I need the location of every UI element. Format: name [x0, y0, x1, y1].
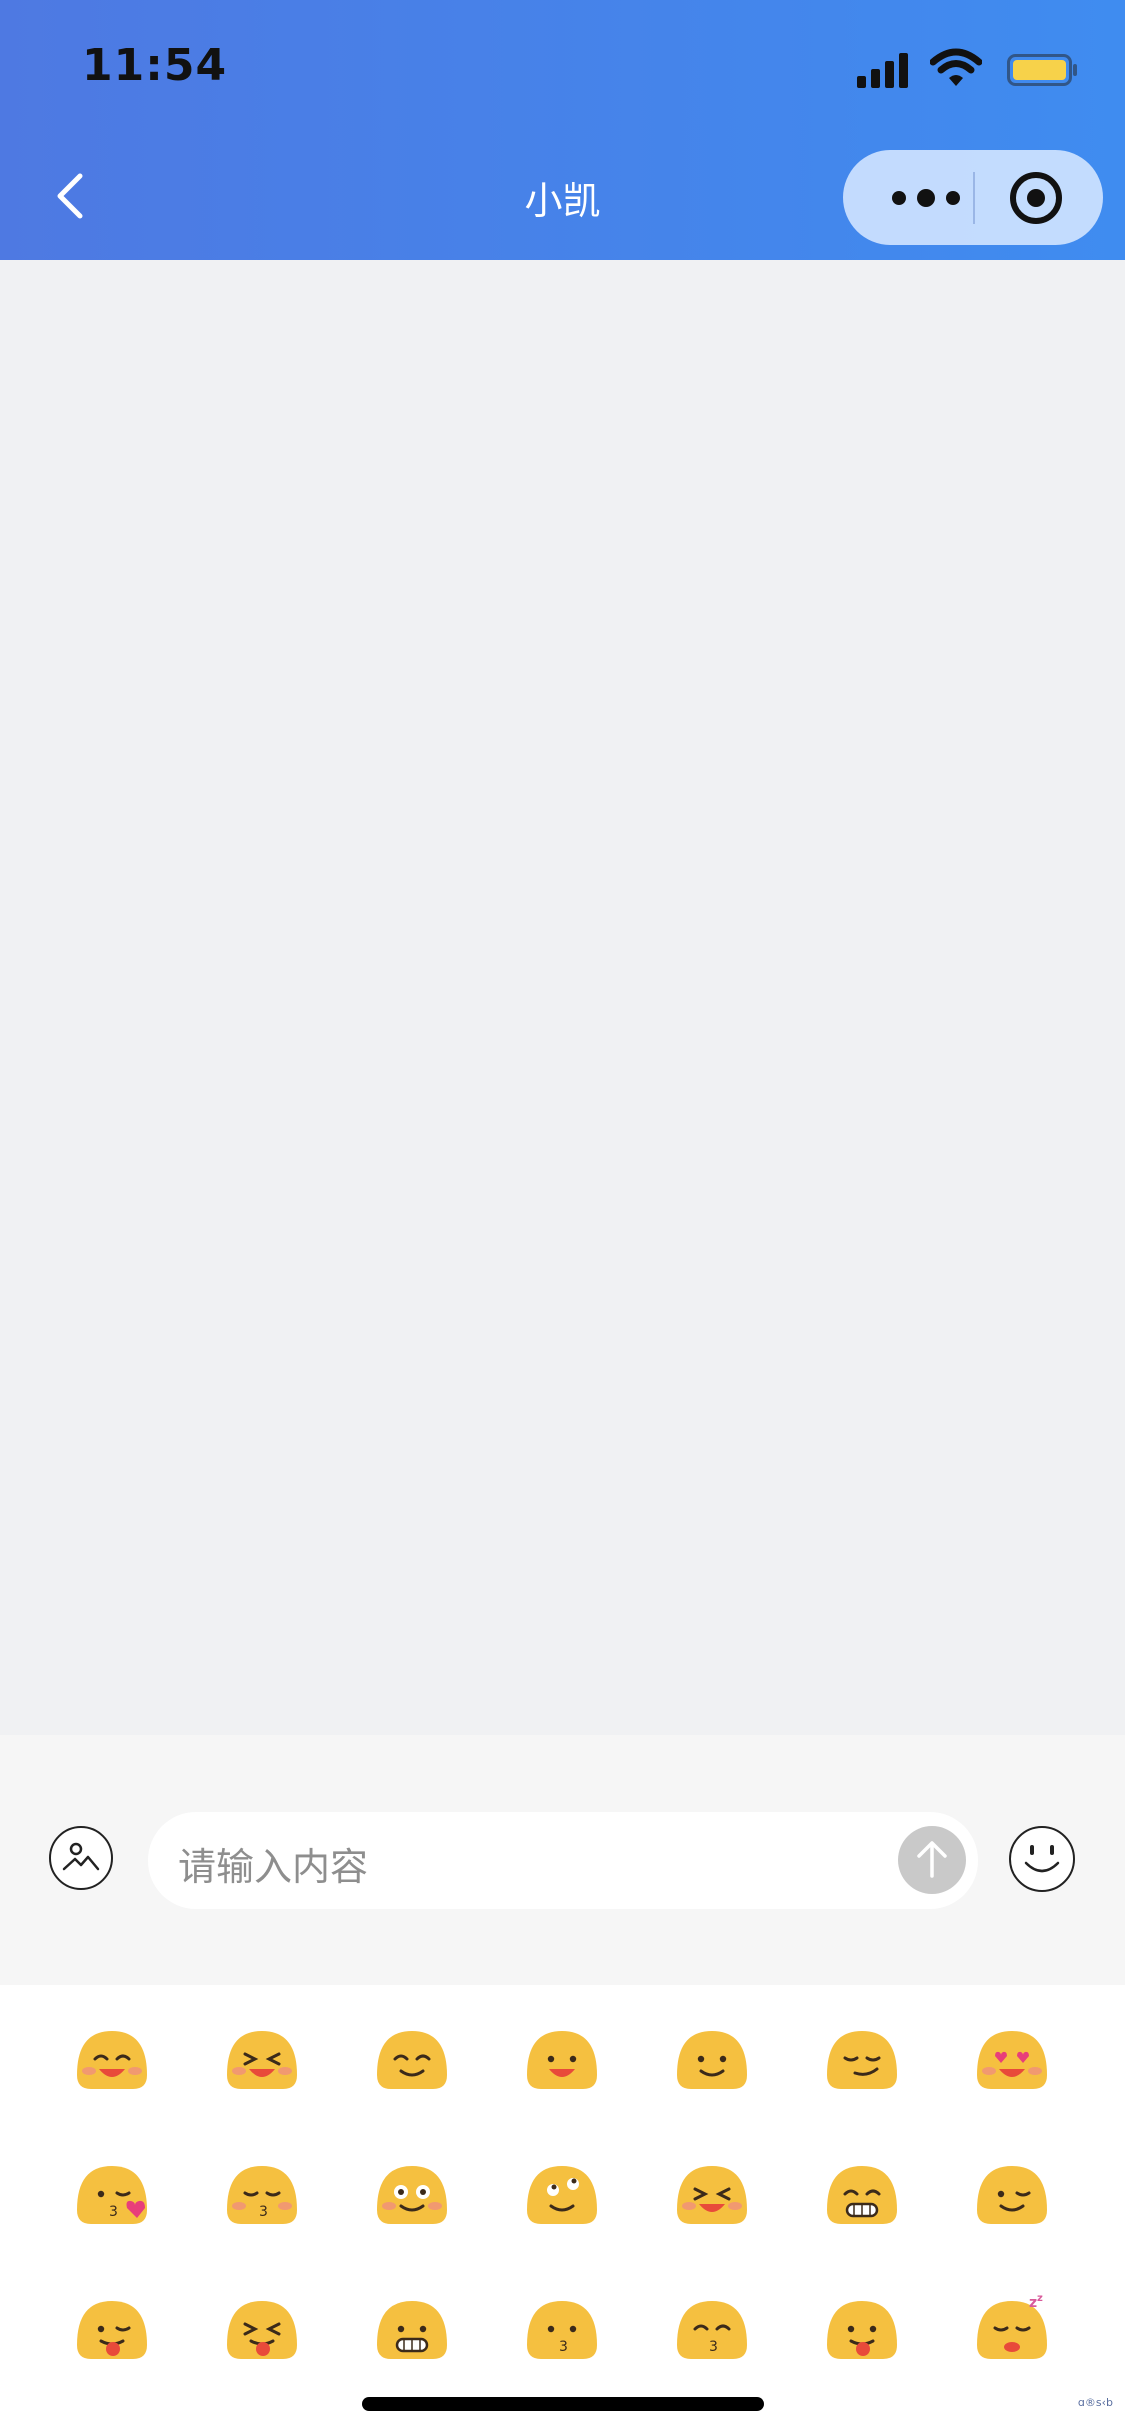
send-button[interactable]	[898, 1826, 966, 1894]
header-bar: 11:54 小凯	[0, 0, 1125, 260]
emoji-wink-icon[interactable]	[973, 2160, 1051, 2226]
capsule-divider	[973, 172, 975, 224]
emoji-sleepy-icon[interactable]: zz	[973, 2293, 1051, 2361]
mini-program-capsule	[843, 150, 1103, 245]
svg-text:z: z	[1037, 2295, 1043, 2304]
emoji-grimace-grin-icon[interactable]	[823, 2160, 901, 2226]
svg-text:3: 3	[559, 2339, 568, 2355]
chat-message-area[interactable]	[0, 260, 1125, 1735]
home-indicator	[362, 2397, 764, 2411]
status-time: 11:54	[82, 40, 228, 91]
more-icon[interactable]	[881, 150, 971, 245]
watermark-text: ɑ®s‹b	[1077, 2396, 1113, 2409]
emoji-laugh-squint-icon[interactable]	[223, 2025, 301, 2091]
emoji-toggle-icon[interactable]	[1008, 1825, 1076, 1893]
emoji-kiss-icon[interactable]: 3	[523, 2295, 601, 2361]
image-picker-icon[interactable]	[48, 1825, 114, 1891]
emoji-plain-smile-icon[interactable]	[673, 2025, 751, 2091]
emoji-smirk-icon[interactable]	[823, 2025, 901, 2091]
emoji-tongue-wink-icon[interactable]	[73, 2295, 151, 2361]
emoji-kiss-heart-icon[interactable]: 3	[73, 2160, 151, 2226]
emoji-smile-closed-icon[interactable]	[373, 2025, 451, 2091]
emoji-heart-eyes-icon[interactable]	[973, 2025, 1051, 2091]
svg-text:3: 3	[109, 2204, 118, 2220]
input-bar: 请输入内容	[0, 1735, 1125, 1985]
signal-icon	[857, 53, 908, 88]
svg-text:3: 3	[259, 2204, 268, 2220]
emoji-kiss-blush-icon[interactable]: 3	[223, 2160, 301, 2226]
emoji-big-grin-icon[interactable]	[373, 2295, 451, 2361]
message-input[interactable]: 请输入内容	[148, 1812, 978, 1909]
emoji-tongue-icon[interactable]	[823, 2295, 901, 2361]
emoji-grin-blush-icon[interactable]	[73, 2025, 151, 2091]
wifi-icon	[930, 48, 982, 86]
emoji-flushed-icon[interactable]	[373, 2160, 451, 2226]
emoji-panel: 3 3 3 3 zz	[0, 1985, 1125, 2436]
close-target-icon[interactable]	[1008, 170, 1064, 226]
emoji-open-smile-icon[interactable]	[523, 2025, 601, 2091]
svg-text:3: 3	[709, 2339, 718, 2355]
emoji-kiss-closed-icon[interactable]: 3	[673, 2295, 751, 2361]
input-placeholder: 请输入内容	[178, 1845, 369, 1889]
emoji-tongue-squint-icon[interactable]	[223, 2295, 301, 2361]
emoji-laugh-blush-icon[interactable]	[673, 2160, 751, 2226]
battery-icon	[1007, 54, 1077, 86]
emoji-rolling-eyes-icon[interactable]	[523, 2160, 601, 2226]
svg-text:z: z	[1029, 2295, 1037, 2311]
